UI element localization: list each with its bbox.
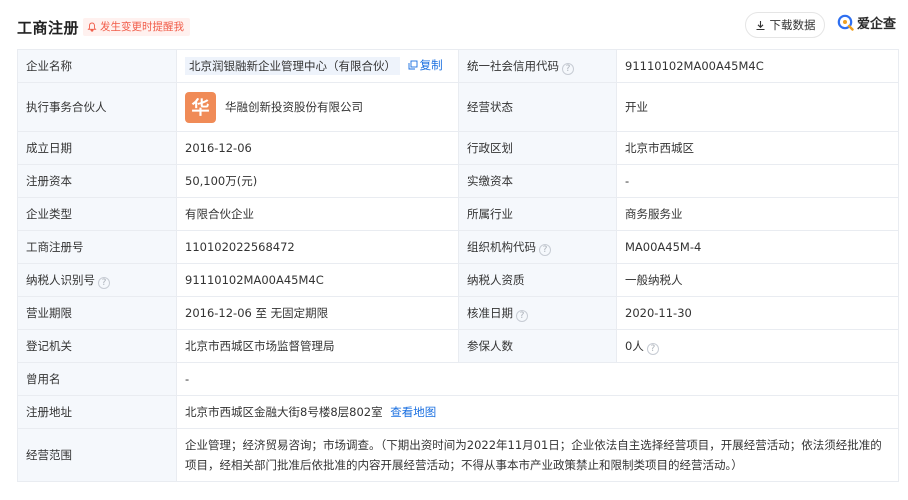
table-row: 企业名称 北京润银融新企业管理中心（有限合伙） 复制 统一社会信用代码? 911…: [17, 49, 899, 83]
table-row: 登记机关 北京市西城区市场监督管理局 参保人数 0人?: [17, 329, 899, 363]
help-icon[interactable]: ?: [562, 62, 574, 75]
tax-qualification-label: 纳税人资质: [458, 263, 617, 297]
status-value: 开业: [616, 82, 899, 132]
registration-table: 企业名称 北京润银融新企业管理中心（有限合伙） 复制 统一社会信用代码? 911…: [17, 49, 899, 482]
insured-value: 0人: [625, 338, 644, 353]
download-icon: [756, 20, 764, 30]
business-term-label: 营业期限: [17, 296, 177, 330]
industry-value: 商务服务业: [616, 197, 899, 231]
brand[interactable]: 爱企查: [837, 13, 896, 32]
reg-capital-value: 50,100万(元): [176, 164, 459, 198]
table-row: 纳税人识别号? 91110102MA00A45M4C 纳税人资质 一般纳税人: [17, 263, 899, 297]
credit-code-value: 91110102MA00A45M4C: [616, 49, 899, 83]
reg-number-value: 110102022568472: [176, 230, 459, 264]
credit-code-label: 统一社会信用代码: [467, 58, 559, 73]
paid-capital-label: 实缴资本: [458, 164, 617, 198]
help-icon[interactable]: ?: [539, 243, 551, 256]
district-label: 行政区划: [458, 131, 617, 165]
tax-id-label-cell: 纳税人识别号?: [17, 263, 177, 297]
table-row: 企业类型 有限合伙企业 所属行业 商务服务业: [17, 197, 899, 231]
scope-label: 经营范围: [17, 428, 177, 482]
authority-label: 登记机关: [17, 329, 177, 363]
section-header: 工商注册 发生变更时提醒我 下载数据 爱企查: [17, 10, 899, 42]
table-row: 注册资本 50,100万(元) 实缴资本 -: [17, 164, 899, 198]
authority-value: 北京市西城区市场监督管理局: [176, 329, 459, 363]
approval-date-label: 核准日期: [467, 305, 513, 320]
org-code-label: 组织机构代码: [467, 239, 536, 254]
reg-capital-label: 注册资本: [17, 164, 177, 198]
org-code-label-cell: 组织机构代码?: [458, 230, 617, 264]
view-map-link[interactable]: 查看地图: [390, 404, 436, 420]
district-value: 北京市西城区: [616, 131, 899, 165]
table-row: 营业期限 2016-12-06 至 无固定期限 核准日期? 2020-11-30: [17, 296, 899, 330]
business-term-value: 2016-12-06 至 无固定期限: [176, 296, 459, 330]
table-row: 经营范围 企业管理；经济贸易咨询；市场调查。（下期出资时间为2022年11月01…: [17, 428, 899, 482]
address-value: 北京市西城区金融大街8号楼8层802室: [185, 405, 383, 419]
copy-button[interactable]: 复制: [408, 57, 443, 73]
partner-logo[interactable]: 华: [185, 91, 216, 123]
help-icon[interactable]: ?: [98, 276, 110, 289]
change-reminder-label: 发生变更时提醒我: [100, 21, 184, 33]
help-icon[interactable]: ?: [646, 342, 659, 355]
table-row: 注册地址 北京市西城区金融大街8号楼8层802室 查看地图: [17, 395, 899, 429]
table-row: 曾用名 -: [17, 362, 899, 396]
company-name-label: 企业名称: [17, 49, 177, 83]
credit-code-label-cell: 统一社会信用代码?: [458, 49, 617, 83]
insured-cell: 0人?: [616, 329, 899, 363]
company-name-value: 北京润银融新企业管理中心（有限合伙）: [185, 57, 400, 75]
founded-value: 2016-12-06: [176, 131, 459, 165]
table-row: 执行事务合伙人 华 华融创新投资股份有限公司 经营状态 开业: [17, 82, 899, 132]
reg-number-label: 工商注册号: [17, 230, 177, 264]
copy-icon: [408, 60, 418, 70]
tax-qualification-value: 一般纳税人: [616, 263, 899, 297]
paid-capital-value: -: [616, 164, 899, 198]
company-type-value: 有限合伙企业: [176, 197, 459, 231]
founded-label: 成立日期: [17, 131, 177, 165]
insured-label: 参保人数: [458, 329, 617, 363]
tax-id-value: 91110102MA00A45M4C: [176, 263, 459, 297]
tax-id-label: 纳税人识别号: [26, 272, 95, 287]
company-name-cell: 北京润银融新企业管理中心（有限合伙） 复制: [176, 49, 459, 83]
brand-logo-icon: [837, 14, 854, 31]
partner-cell: 华 华融创新投资股份有限公司: [176, 82, 459, 132]
company-type-label: 企业类型: [17, 197, 177, 231]
partner-label: 执行事务合伙人: [17, 82, 177, 132]
former-name-value: -: [176, 362, 899, 396]
approval-date-value: 2020-11-30: [616, 296, 899, 330]
section-title: 工商注册: [17, 19, 80, 37]
download-data-button[interactable]: 下载数据: [745, 12, 825, 38]
address-cell: 北京市西城区金融大街8号楼8层802室 查看地图: [176, 395, 899, 429]
copy-label: 复制: [419, 58, 443, 72]
industry-label: 所属行业: [458, 197, 617, 231]
approval-date-label-cell: 核准日期?: [458, 296, 617, 330]
download-data-label: 下载数据: [769, 18, 816, 32]
scope-value: 企业管理；经济贸易咨询；市场调查。（下期出资时间为2022年11月01日；企业依…: [176, 428, 899, 482]
change-reminder-button[interactable]: 发生变更时提醒我: [83, 18, 190, 36]
table-row: 成立日期 2016-12-06 行政区划 北京市西城区: [17, 131, 899, 165]
help-icon[interactable]: ?: [516, 309, 528, 322]
brand-name: 爱企查: [857, 17, 897, 32]
former-name-label: 曾用名: [17, 362, 177, 396]
address-label: 注册地址: [17, 395, 177, 429]
partner-name-link[interactable]: 华融创新投资股份有限公司: [225, 99, 363, 115]
org-code-value: MA00A45M-4: [616, 230, 899, 264]
status-label: 经营状态: [458, 82, 617, 132]
table-row: 工商注册号 110102022568472 组织机构代码? MA00A45M-4: [17, 230, 899, 264]
bell-icon: [87, 22, 97, 32]
